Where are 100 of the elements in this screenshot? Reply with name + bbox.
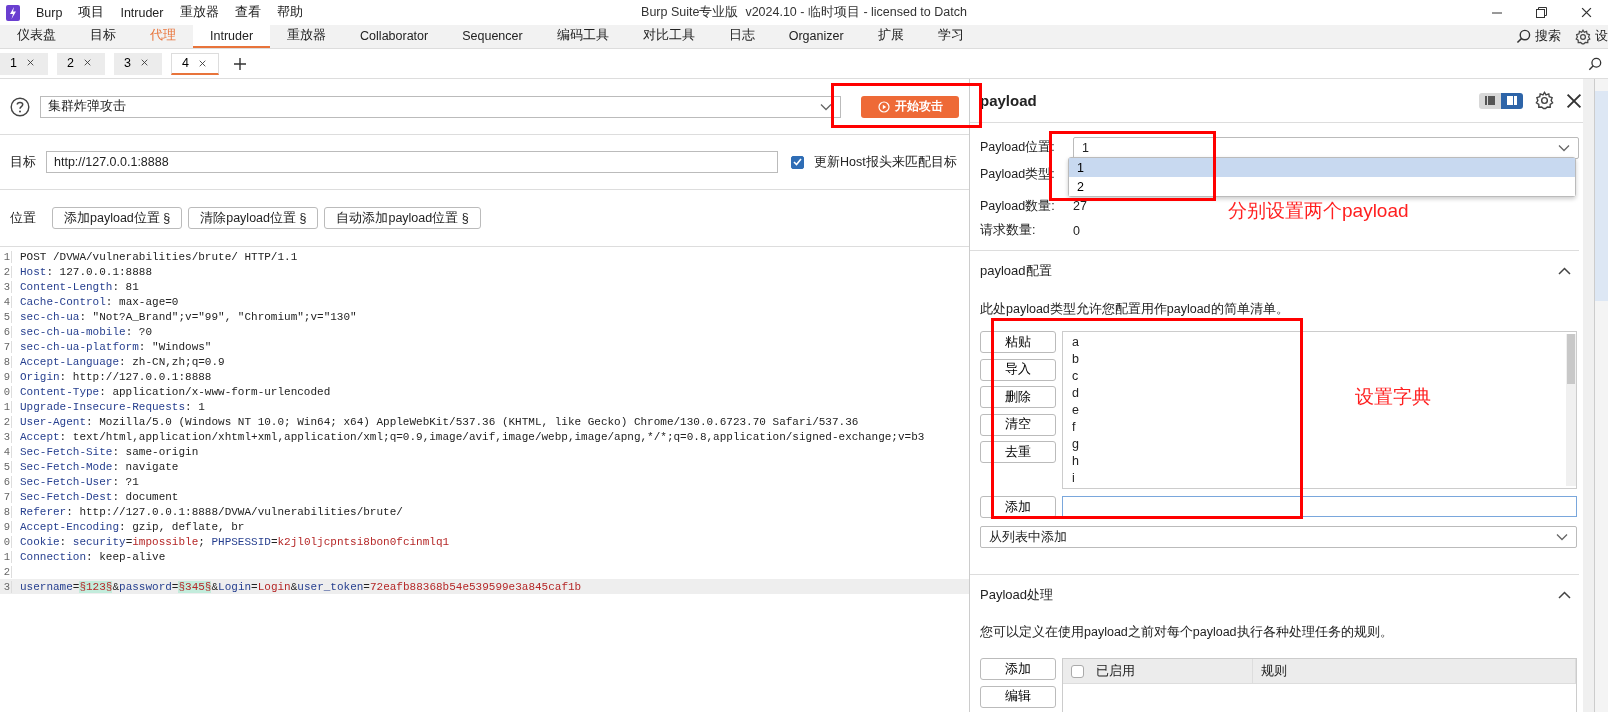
attack-type-dropdown[interactable]: 集群炸弹攻击 [40,95,841,118]
position-button[interactable]: 添加payload位置 § [52,207,183,229]
scrollbar[interactable] [1583,79,1594,712]
list-item[interactable]: b [1063,350,1088,368]
column-header[interactable]: 已启用 [1096,662,1135,680]
close-icon[interactable] [198,59,206,67]
list-item[interactable]: d [1063,384,1088,402]
list-item[interactable]: c [1063,367,1088,385]
list-button[interactable]: 导入 [980,358,1056,381]
code-line: sec-ch-ua-platform: "Windows" [20,340,212,353]
request-tab[interactable]: 4 [171,52,219,75]
menu-item[interactable]: Burp [36,5,63,20]
plus-icon[interactable] [234,57,246,70]
code-line: Cache-Control: max-age=0 [20,295,179,308]
main-tab[interactable]: 重放器 [270,25,344,48]
main-tab[interactable]: 扩展 [860,25,921,48]
menu-item[interactable]: 重放器 [179,4,219,21]
settings-icon[interactable] [1535,91,1554,110]
close-icon[interactable] [1566,92,1582,109]
list-item[interactable]: f [1063,418,1085,436]
section-title: payload配置 [980,262,1052,280]
list-button[interactable]: 去重 [980,441,1056,463]
column-header[interactable]: 规则 [1261,662,1287,680]
main-tab[interactable]: 仪表盘 [0,25,73,48]
search-label[interactable]: 搜索 [1535,28,1561,45]
chevron-down-icon [1558,143,1570,152]
maximize-icon[interactable] [1536,7,1547,18]
search-icon[interactable] [1588,56,1602,71]
list-button[interactable]: 清空 [980,413,1056,436]
line-number: 5 [0,460,12,473]
add-item-field[interactable] [1062,496,1577,517]
panel-title: payload [980,92,1038,109]
annotation-text: 设置字典 [1355,385,1431,409]
main-tab[interactable]: Organizer [771,25,861,48]
main-tab[interactable]: Intruder [193,25,271,48]
line-number: 2 [0,265,12,278]
line-number: 1 [0,550,12,563]
chevron-up-icon[interactable] [1558,591,1571,599]
line-number: 6 [0,325,12,338]
line-number: 1 [0,250,12,263]
logo-icon [6,4,20,21]
scrollbar-thumb[interactable] [1567,334,1575,384]
line-number: 3 [0,430,12,443]
request-tab[interactable]: 1 [0,52,48,75]
settings-label[interactable]: 设 [1595,28,1608,45]
code-line: Accept-Encoding: gzip, deflate, br [20,520,245,533]
list-button[interactable]: 删除 [980,386,1056,408]
code-line: Connection: keep-alive [20,550,166,563]
menu-item[interactable]: 帮助 [276,4,303,21]
layout-icon [1485,96,1495,105]
dropdown-option[interactable]: 2 [1069,177,1575,196]
main-tab[interactable]: 编码工具 [539,25,626,48]
menu-item[interactable]: 查看 [234,4,261,21]
close-icon[interactable] [140,59,148,66]
line-number: 7 [0,490,12,503]
play-icon [877,100,890,113]
position-button[interactable]: 自动添加payload位置 § [324,207,481,229]
close-icon[interactable] [1581,7,1592,18]
target-label: 目标 [10,153,36,171]
line-number: 1 [0,400,12,413]
line-number: 4 [0,445,12,458]
list-item[interactable]: i [1063,469,1084,486]
list-button[interactable]: 粘贴 [980,331,1056,353]
main-tab[interactable]: 学习 [920,25,981,48]
menu-item[interactable]: Intruder [120,5,164,20]
checkbox[interactable] [791,155,804,169]
list-item[interactable]: a [1063,334,1088,351]
close-icon[interactable] [83,59,91,66]
request-tab[interactable]: 3 [114,52,162,75]
main-tab[interactable]: 日志 [711,25,772,48]
menu-item[interactable]: 项目 [78,4,105,21]
help-icon[interactable] [10,96,30,117]
search-icon[interactable] [1516,29,1531,44]
list-item[interactable]: h [1063,452,1088,470]
list-item[interactable]: g [1063,435,1088,453]
dropdown-option[interactable]: 1 [1069,158,1575,177]
target-field[interactable]: http://127.0.0.1:8888 [46,151,778,173]
section-description: 您可以定义在使用payload之前对每个payload执行各种处理任务的规则。 [980,623,1393,641]
settings-icon[interactable] [1575,28,1591,45]
add-button[interactable]: 添加 [980,496,1056,518]
rule-button[interactable]: 添加 [980,658,1056,680]
main-tab[interactable]: Sequencer [445,25,540,48]
list-item[interactable]: e [1063,401,1088,419]
view-mode-button[interactable] [1479,92,1501,109]
main-tab[interactable]: Collaborator [343,25,446,48]
position-button[interactable]: 清除payload位置 § [188,207,319,229]
code-line: sec-ch-ua: "Not?A_Brand";v="99", "Chromium";v="130" [20,310,357,323]
section-description: 此处payload类型允许您配置用作payload的简单清单。 [980,300,1289,318]
checkbox[interactable] [1071,664,1084,678]
main-tab[interactable]: 目标 [73,25,133,48]
close-icon[interactable] [26,59,34,66]
add-from-list-dropdown[interactable]: 从列表中添加 [980,526,1577,548]
main-tab[interactable]: 对比工具 [625,25,712,48]
rule-button[interactable]: 编辑 [980,685,1056,708]
chevron-up-icon[interactable] [1558,267,1571,275]
line-number: 0 [0,535,12,548]
line-number: 9 [0,520,12,533]
checkbox-label[interactable]: 更新Host报头来匹配目标 [814,153,957,171]
request-tab[interactable]: 2 [57,52,105,75]
view-mode-button[interactable] [1501,92,1523,109]
